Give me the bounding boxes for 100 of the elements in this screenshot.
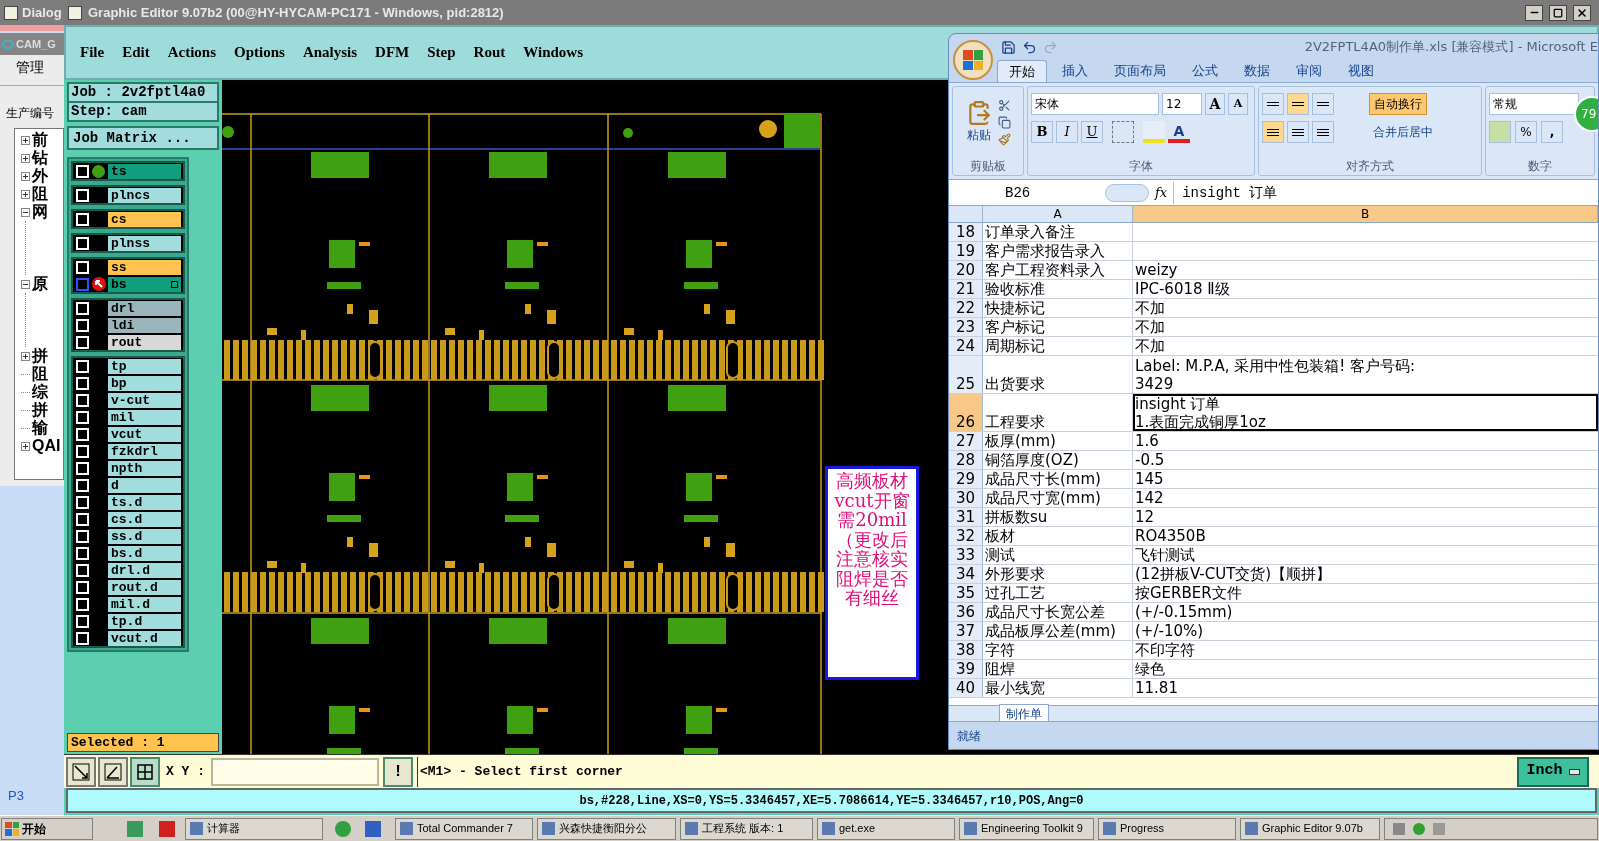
layer-name[interactable]: rout.d xyxy=(108,579,181,595)
tree-item[interactable]: 钻 xyxy=(32,149,48,167)
taskbar-item[interactable]: Total Commander 7 xyxy=(395,817,533,840)
expand-icon[interactable] xyxy=(21,189,30,199)
layer-name[interactable]: mil xyxy=(108,409,181,425)
maximize-button[interactable] xyxy=(1549,4,1567,21)
font-size-field[interactable]: 12 xyxy=(1162,93,1202,115)
grid-button[interactable] xyxy=(130,756,160,787)
quick-launch-icon[interactable] xyxy=(365,820,381,837)
row-header[interactable]: 28 xyxy=(949,451,983,469)
justify-icon[interactable] xyxy=(1287,121,1309,143)
tree-item[interactable]: 网 xyxy=(32,203,48,221)
align-icon[interactable] xyxy=(1287,93,1309,115)
taskbar-item[interactable]: get.exe xyxy=(817,817,955,840)
row-header[interactable]: 27 xyxy=(949,432,983,450)
row-header[interactable]: 32 xyxy=(949,527,983,545)
layer-name[interactable]: v-cut xyxy=(108,392,181,408)
paste-button[interactable]: 粘贴 xyxy=(965,100,992,144)
ribbon-tab[interactable]: 开始 xyxy=(997,60,1047,82)
layer-name[interactable]: drl.d xyxy=(108,562,181,578)
menu-item[interactable]: Actions xyxy=(167,41,216,64)
row-header[interactable]: 31 xyxy=(949,508,983,526)
layer-name[interactable]: ts.d xyxy=(108,494,181,510)
save-icon[interactable] xyxy=(1001,39,1016,55)
office-button[interactable] xyxy=(953,40,993,80)
taskbar-item[interactable]: 计算器 xyxy=(185,817,323,840)
layer-name[interactable]: tp xyxy=(108,358,181,374)
row-header[interactable]: 18 xyxy=(949,223,983,241)
layer-name[interactable]: plnss xyxy=(108,235,181,251)
layer-name[interactable]: ss xyxy=(108,259,181,275)
expand-icon[interactable] xyxy=(21,153,30,163)
row-header[interactable]: 38 xyxy=(949,641,983,659)
expand-icon[interactable] xyxy=(21,135,30,145)
layer-name[interactable]: npth xyxy=(108,460,181,476)
layer-name[interactable]: tp.d xyxy=(108,613,181,629)
layer-checkbox[interactable] xyxy=(76,277,89,291)
tree-item[interactable]: 拼 xyxy=(32,401,48,419)
prompt-button[interactable]: ! xyxy=(383,756,413,787)
expand-icon[interactable] xyxy=(21,441,30,451)
layer-name[interactable]: bs xyxy=(108,276,181,292)
layer-name[interactable]: rout xyxy=(108,334,181,350)
layer-name[interactable]: mil.d xyxy=(108,596,181,612)
number-format-field[interactable]: 常规 xyxy=(1489,93,1579,115)
start-button[interactable]: 开始 xyxy=(1,817,93,840)
layer-name[interactable]: plncs xyxy=(108,187,181,203)
fill-color-icon[interactable] xyxy=(1143,121,1165,143)
row-header[interactable]: 20 xyxy=(949,261,983,279)
layer-name[interactable]: bs.d xyxy=(108,545,181,561)
row-header[interactable]: 35 xyxy=(949,584,983,602)
collapse-icon[interactable] xyxy=(21,279,30,289)
ribbon-tab[interactable]: 页面布局 xyxy=(1103,60,1177,82)
tree-item[interactable]: 外 xyxy=(32,167,48,185)
layer-name[interactable]: cs xyxy=(108,211,181,227)
font-color-button[interactable]: A xyxy=(1168,121,1190,143)
taskbar-item[interactable]: 工程系统 版本: 1 xyxy=(680,817,813,840)
menu-item[interactable]: 管理 xyxy=(0,55,64,79)
ribbon-tab[interactable]: 视图 xyxy=(1337,60,1385,82)
menu-item[interactable]: Step xyxy=(427,41,456,64)
tree-item[interactable]: 阻 xyxy=(32,365,48,383)
layer-name[interactable]: ss.d xyxy=(108,528,181,544)
comma-button[interactable]: , xyxy=(1541,121,1563,143)
row-header[interactable]: 39 xyxy=(949,660,983,678)
minimize-button[interactable] xyxy=(1525,4,1543,21)
tree-item[interactable]: 前 xyxy=(32,131,48,149)
layer-name[interactable]: drl xyxy=(108,300,181,316)
layer-name[interactable]: ts xyxy=(108,163,181,179)
menu-item[interactable]: File xyxy=(80,41,105,64)
tree-item[interactable]: 输 xyxy=(32,419,48,437)
ribbon-tab[interactable]: 数据 xyxy=(1233,60,1281,82)
align-icon[interactable] xyxy=(1312,93,1334,115)
ribbon-tab[interactable]: 公式 xyxy=(1181,60,1229,82)
column-header[interactable]: B xyxy=(1133,206,1598,222)
layer-name[interactable]: bp xyxy=(108,375,181,391)
row-header[interactable]: 25 xyxy=(949,356,983,393)
formula-field[interactable]: insight 订单 xyxy=(1173,181,1598,204)
row-header[interactable]: 23 xyxy=(949,318,983,336)
menu-item[interactable]: Windows xyxy=(523,41,583,64)
tree-item[interactable]: QAI xyxy=(32,437,61,455)
angle-button[interactable] xyxy=(98,756,128,787)
row-header[interactable]: 22 xyxy=(949,299,983,317)
taskbar-item[interactable]: Progress xyxy=(1098,817,1236,840)
ribbon-tab[interactable]: 审阅 xyxy=(1285,60,1333,82)
font-style-button[interactable]: B xyxy=(1031,121,1053,143)
row-header[interactable]: 26 xyxy=(949,394,983,431)
row-header[interactable]: 37 xyxy=(949,622,983,640)
tree-item[interactable]: 综 xyxy=(32,383,48,401)
shrink-font-button[interactable]: A xyxy=(1228,93,1248,115)
collapse-icon[interactable] xyxy=(21,207,30,217)
layer-name[interactable]: cs.d xyxy=(108,511,181,527)
wrap-text-button[interactable]: 自动换行 xyxy=(1369,93,1427,115)
job-matrix-button[interactable]: Job Matrix ... xyxy=(67,126,219,150)
name-box[interactable]: B26 xyxy=(949,181,1099,204)
tree-item[interactable]: 拼 xyxy=(32,347,48,365)
copy-icon[interactable] xyxy=(997,115,1011,129)
row-header[interactable]: 40 xyxy=(949,679,983,697)
grow-font-button[interactable]: A xyxy=(1205,93,1225,115)
ribbon-tab[interactable]: 插入 xyxy=(1051,60,1099,82)
layer-name[interactable]: vcut xyxy=(108,426,181,442)
row-header[interactable]: 34 xyxy=(949,565,983,583)
cut-icon[interactable] xyxy=(997,98,1011,112)
